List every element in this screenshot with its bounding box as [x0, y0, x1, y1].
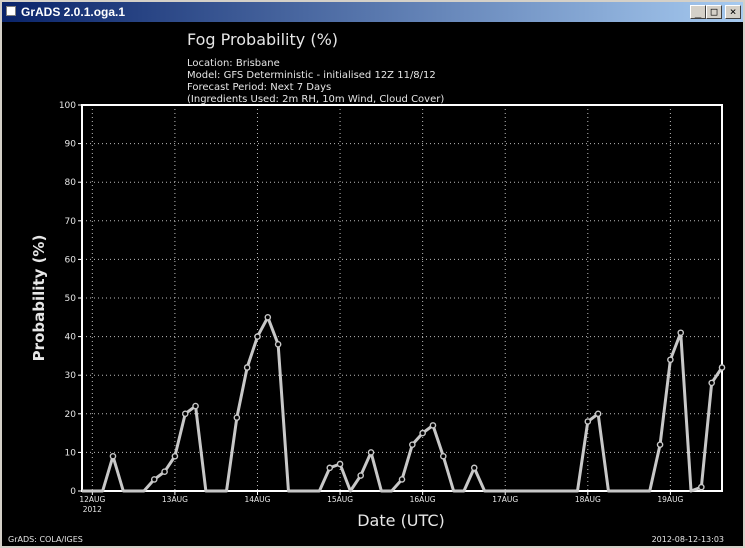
- data-point: [439, 452, 447, 460]
- x-tick-sublabel: 2012: [83, 505, 102, 514]
- x-tick-label: 15AUG: [327, 495, 353, 504]
- y-tick-label: 90: [65, 140, 77, 150]
- x-axis-label: Date (UTC): [357, 511, 445, 530]
- x-tick-label: 13AUG: [162, 495, 188, 504]
- data-point: [233, 414, 241, 421]
- fog-probability-chart: Fog Probability (%) Location: Brisbane M…: [8, 30, 726, 544]
- y-tick-label: 40: [65, 333, 77, 343]
- data-point: [254, 333, 261, 340]
- data-point: [367, 449, 375, 456]
- data-point: [243, 364, 251, 371]
- data-point: [656, 441, 664, 448]
- data-point: [192, 402, 199, 410]
- y-tick-label: 20: [65, 410, 77, 420]
- info-line-ingredients: (Ingredients Used: 2m RH, 10m Wind, Clou…: [187, 94, 444, 105]
- data-point: [594, 410, 602, 418]
- window-title: GrADS 2.0.1.oga.1: [21, 5, 126, 19]
- app-icon: [6, 6, 16, 16]
- data-point: [336, 460, 344, 468]
- series-line: [82, 315, 724, 493]
- data-point: [409, 441, 416, 448]
- data-point: [398, 476, 406, 483]
- y-tick-label: 100: [59, 101, 76, 111]
- data-point: [150, 476, 158, 483]
- data-point: [171, 452, 179, 460]
- x-tick-label: 19AUG: [657, 495, 683, 504]
- y-axis: 0 10 20 30 40 50 60 70 80 90 100: [59, 101, 82, 497]
- x-tick-label: 17AUG: [492, 495, 518, 504]
- x-tick-label: 14AUG: [244, 495, 270, 504]
- data-point: [181, 410, 189, 418]
- data-point: [429, 422, 437, 429]
- info-line-model: Model: GFS Deterministic - initialised 1…: [187, 70, 436, 81]
- data-point: [470, 464, 478, 472]
- data-point: [698, 483, 705, 491]
- data-point: [326, 464, 334, 472]
- footer-left: GrADS: COLA/IGES: [8, 535, 83, 544]
- data-point: [109, 452, 117, 460]
- grads-window: GrADS 2.0.1.oga.1 _ □ × Fog Probability …: [0, 0, 745, 548]
- footer-right: 2012-08-12-13:03: [652, 535, 724, 544]
- y-tick-label: 70: [65, 217, 77, 227]
- grid: [82, 105, 722, 491]
- y-tick-label: 30: [65, 371, 77, 381]
- data-point: [677, 329, 685, 337]
- y-tick-label: 0: [70, 487, 76, 497]
- series-group: [82, 313, 726, 493]
- data-point: [274, 341, 282, 348]
- data-point: [667, 356, 674, 364]
- y-tick-label: 80: [65, 178, 77, 188]
- plot-canvas: Fog Probability (%) Location: Brisbane M…: [2, 22, 743, 546]
- y-tick-label: 10: [65, 448, 77, 458]
- maximize-button[interactable]: □: [706, 5, 722, 19]
- data-point: [419, 429, 426, 437]
- data-point: [718, 364, 726, 371]
- data-point: [161, 468, 168, 476]
- data-point: [708, 379, 715, 387]
- close-button[interactable]: ×: [725, 5, 741, 19]
- info-line-location: Location: Brisbane: [187, 58, 280, 69]
- info-line-forecast-period: Forecast Period: Next 7 Days: [187, 82, 331, 93]
- minimize-button[interactable]: _: [690, 5, 706, 19]
- y-tick-label: 50: [65, 294, 77, 304]
- x-tick-label: 12AUG: [79, 495, 105, 504]
- plot-title: Fog Probability (%): [187, 30, 338, 49]
- x-tick-label: 18AUG: [575, 495, 601, 504]
- y-tick-label: 60: [65, 255, 77, 265]
- y-axis-label: Probability (%): [30, 235, 48, 362]
- data-point: [357, 472, 365, 479]
- title-bar[interactable]: GrADS 2.0.1.oga.1 _ □ ×: [2, 2, 743, 22]
- data-point: [584, 418, 592, 425]
- data-point: [264, 313, 272, 321]
- x-tick-label: 16AUG: [410, 495, 436, 504]
